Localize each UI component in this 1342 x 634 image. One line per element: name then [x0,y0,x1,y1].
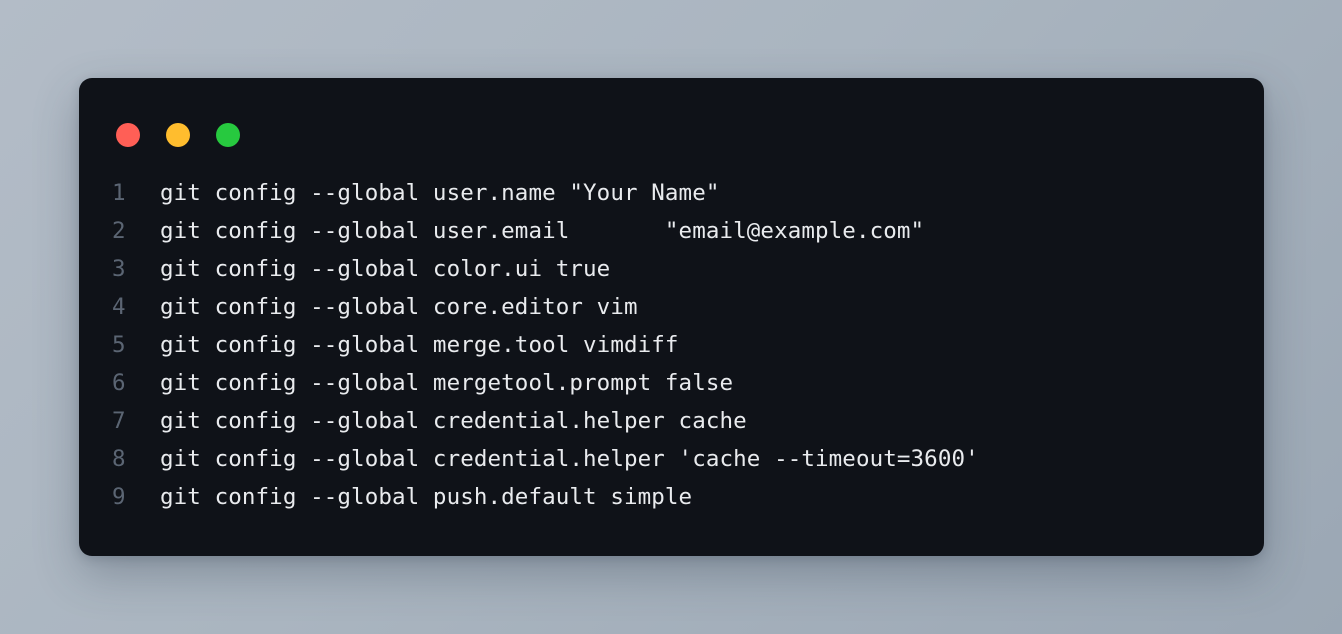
line-number: 4 [112,294,126,320]
code-line: 5 git config --global merge.tool vimdiff [112,326,1244,364]
line-code: git config --global push.default simple [160,484,693,510]
code-line: 6 git config --global mergetool.prompt f… [112,364,1244,402]
minimize-button[interactable] [166,122,190,147]
terminal-window: 1 git config --global user.name "Your Na… [79,78,1264,556]
line-number: 7 [112,408,126,434]
code-line: 8 git config --global credential.helper … [112,440,1244,478]
traffic-light-group [116,122,240,147]
line-number: 3 [112,256,126,282]
line-code: git config --global user.name "Your Name… [160,180,720,206]
code-line: 1 git config --global user.name "Your Na… [112,174,1244,212]
line-number: 9 [112,484,126,510]
close-button[interactable] [116,122,140,147]
code-line: 3 git config --global color.ui true [112,250,1244,288]
line-code: git config --global mergetool.prompt fal… [160,370,734,396]
line-number: 1 [112,180,126,206]
maximize-button[interactable] [216,122,240,147]
code-line: 2 git config --global user.email "email@… [112,212,1244,250]
line-code: git config --global merge.tool vimdiff [160,332,679,358]
line-number: 5 [112,332,126,358]
line-code: git config --global credential.helper 'c… [160,446,979,472]
code-line: 4 git config --global core.editor vim [112,288,1244,326]
code-line: 7 git config --global credential.helper … [112,402,1244,440]
line-number: 8 [112,446,126,472]
code-block[interactable]: 1 git config --global user.name "Your Na… [79,174,1264,516]
code-line: 9 git config --global push.default simpl… [112,478,1244,516]
line-code: git config --global credential.helper ca… [160,408,747,434]
terminal-titlebar [79,78,1264,174]
line-code: git config --global color.ui true [160,256,611,282]
line-number: 6 [112,370,126,396]
screenshot-stage: 1 git config --global user.name "Your Na… [0,0,1342,634]
line-code: git config --global user.email "email@ex… [160,218,925,244]
line-number: 2 [112,218,126,244]
line-code: git config --global core.editor vim [160,294,638,320]
